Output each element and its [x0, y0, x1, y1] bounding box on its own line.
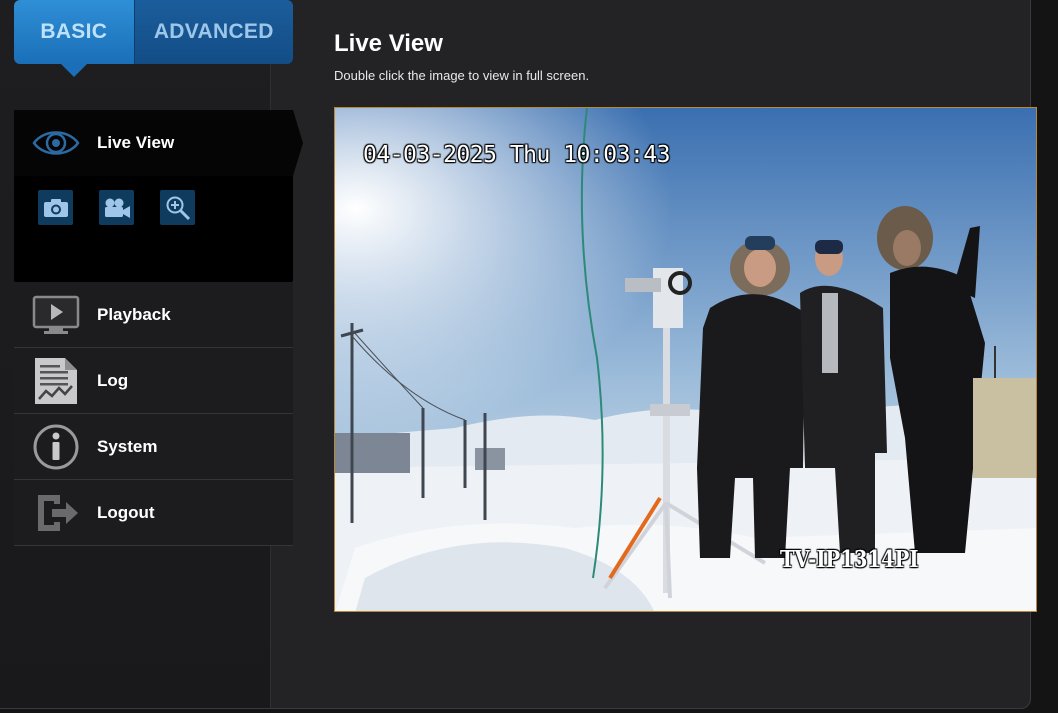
sidebar-item-playback[interactable]: Playback — [14, 282, 293, 348]
sidebar-item-system[interactable]: System — [14, 414, 293, 480]
info-icon — [14, 423, 97, 471]
mode-tabs: BASIC ADVANCED — [14, 0, 293, 77]
sidebar-nav: Live View Playback Log System Logout — [14, 110, 303, 546]
playback-icon — [14, 294, 97, 336]
camera-icon[interactable] — [38, 190, 73, 225]
sidebar-item-live-view[interactable]: Live View — [14, 110, 303, 176]
sidebar: BASIC ADVANCED Live View Playback Log Sy… — [0, 0, 303, 708]
live-view-tools — [14, 176, 293, 225]
tab-advanced[interactable]: ADVANCED — [133, 0, 293, 64]
osd-timestamp: 04-03-2025 Thu 10:03:43 — [363, 142, 671, 168]
camera-scene — [335, 108, 1036, 611]
app-window: BASIC ADVANCED Live View Playback Log Sy… — [0, 0, 1037, 709]
live-video-feed[interactable]: 04-03-2025 Thu 10:03:43 TV-IP1314PI — [334, 107, 1037, 612]
eye-icon — [14, 128, 97, 158]
sidebar-item-logout[interactable]: Logout — [14, 480, 293, 546]
sidebar-item-label: Log — [97, 370, 129, 390]
logout-icon — [14, 491, 97, 535]
tab-basic[interactable]: BASIC — [14, 0, 134, 77]
sidebar-item-live-view-panel: Live View — [14, 110, 303, 282]
video-camera-icon[interactable] — [99, 190, 134, 225]
sidebar-item-label: Playback — [97, 304, 171, 324]
sidebar-item-label: Live View — [97, 133, 175, 152]
sidebar-item-label: System — [97, 436, 158, 456]
page-title: Live View — [334, 30, 443, 57]
sidebar-item-label: Logout — [97, 502, 155, 522]
zoom-icon[interactable] — [160, 190, 195, 225]
page-hint: Double click the image to view in full s… — [334, 68, 590, 83]
log-icon — [14, 356, 97, 406]
sidebar-item-log[interactable]: Log — [14, 348, 293, 414]
osd-camera-name: TV-IP1314PI — [780, 546, 919, 573]
